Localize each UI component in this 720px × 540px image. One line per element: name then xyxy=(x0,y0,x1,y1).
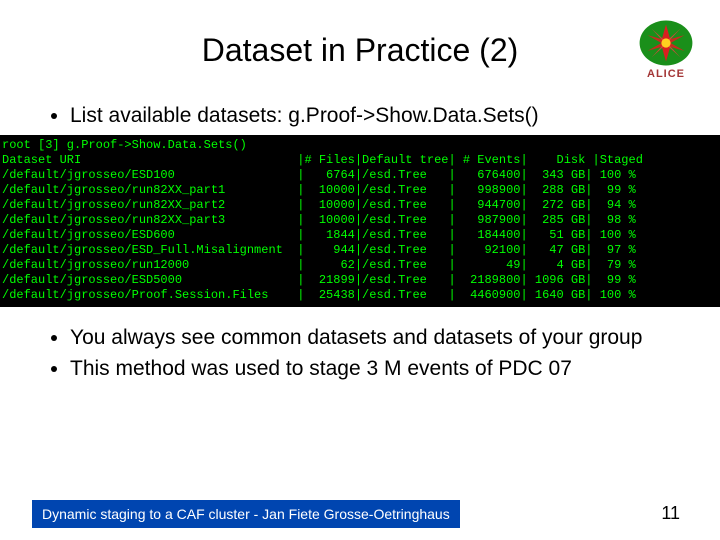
footer-text: Dynamic staging to a CAF cluster - Jan F… xyxy=(32,500,460,528)
alice-logo: ALICE xyxy=(630,16,702,86)
bullet-item: This method was used to stage 3 M events… xyxy=(70,356,720,382)
terminal-output: root [3] g.Proof->Show.Data.Sets() Datas… xyxy=(0,135,720,307)
footer: Dynamic staging to a CAF cluster - Jan F… xyxy=(0,499,720,540)
alice-logo-label: ALICE xyxy=(647,68,685,80)
bullets-top: List available datasets: g.Proof->Show.D… xyxy=(54,103,720,129)
bullet-item: List available datasets: g.Proof->Show.D… xyxy=(70,103,720,129)
bullets-bottom: You always see common datasets and datas… xyxy=(54,325,720,382)
page-number: 11 xyxy=(653,499,688,528)
slide-title: Dataset in Practice (2) xyxy=(0,0,720,69)
alice-logo-icon xyxy=(633,16,699,70)
bullet-item: You always see common datasets and datas… xyxy=(70,325,720,351)
